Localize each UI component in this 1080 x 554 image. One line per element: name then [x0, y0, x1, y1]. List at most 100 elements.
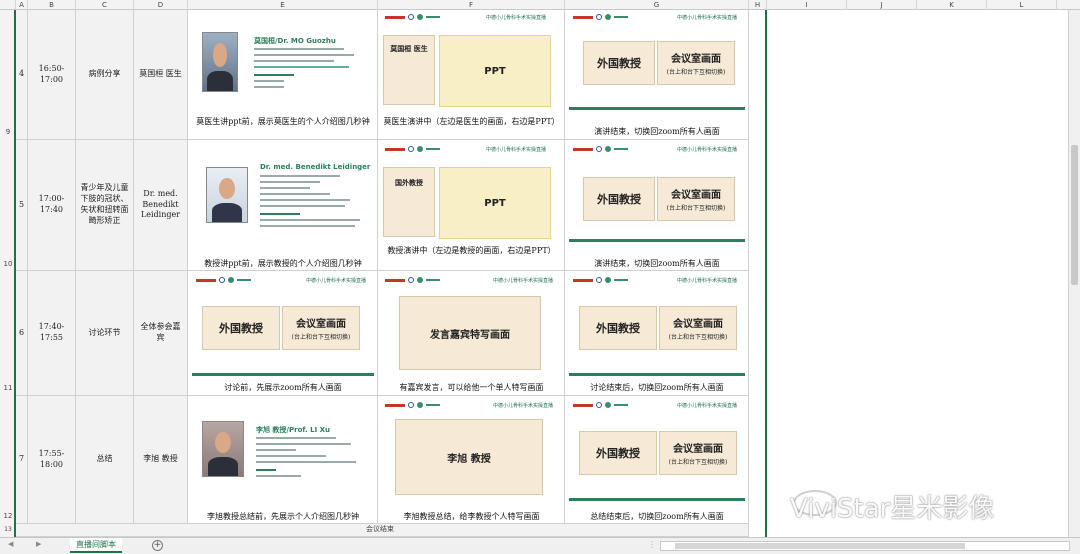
- zoom-all-slide: 中德小儿骨科手术实操直播 外国教授 会议室画面 (台上和台下互相切换): [569, 145, 745, 242]
- zoom-all-slide: 中德小儿骨科手术实操直播 外国教授 会议室画面 (台上和台下互相切换): [569, 13, 745, 110]
- foreign-prof-view: 外国教授: [583, 41, 655, 85]
- add-sheet-icon[interactable]: +: [152, 540, 163, 551]
- meeting-room-label: 会议室画面: [673, 444, 723, 455]
- col-header-j[interactable]: J: [847, 0, 917, 10]
- row-number[interactable]: 10: [0, 260, 16, 272]
- cell-topic[interactable]: 病例分享: [76, 10, 134, 140]
- speaker-intro-slide: 莫国桓/Dr. MO Guozhu: [192, 14, 374, 114]
- cell-seq[interactable]: 6: [16, 271, 28, 396]
- cell-seq[interactable]: 4: [16, 10, 28, 140]
- meeting-room-label: 会议室画面: [296, 319, 346, 330]
- vertical-scroll-thumb[interactable]: [1071, 145, 1078, 285]
- col-header-k[interactable]: K: [917, 0, 987, 10]
- cell-caption: 莫医生演讲中（左边是医生的画面，右边是PPT）: [383, 117, 560, 126]
- cell-time[interactable]: 17:40-17:55: [28, 271, 76, 396]
- meeting-room-sub: (台上和台下互相切换): [668, 459, 728, 466]
- cell-speaker[interactable]: Dr. med. Benedikt Leidinger: [134, 140, 188, 271]
- more-dots-icon[interactable]: ⋮: [648, 540, 656, 549]
- cell-caption: 教授讲ppt前，展示教授的个人介绍图几秒钟: [204, 259, 362, 268]
- cell-time[interactable]: 17:55-18:00: [28, 396, 76, 524]
- speaker-name: 李旭 教授/Prof. LI Xu: [256, 426, 331, 434]
- horizontal-scroll-thumb[interactable]: [675, 543, 965, 549]
- cell-topic[interactable]: 讨论环节: [76, 271, 134, 396]
- cell-caption: 教授演讲中（左边是教授的画面，右边是PPT）: [387, 246, 556, 255]
- cell-speaker[interactable]: 全体参会嘉宾: [134, 271, 188, 396]
- slide-header: 中德小儿骨科手术实操直播: [676, 147, 737, 153]
- meeting-room-label: 会议室画面: [671, 54, 721, 65]
- sheet-tab-active[interactable]: 直播间脚本: [70, 538, 122, 553]
- slide-header: 中德小儿骨科手术实操直播: [676, 15, 737, 21]
- cell-caption: 讨论结束后，切换回zoom所有人画面: [590, 383, 724, 392]
- speaker-photo: [202, 421, 244, 477]
- speaker-intro-slide: 李旭 教授/Prof. LI Xu: [192, 401, 374, 501]
- meeting-room-label: 会议室画面: [673, 319, 723, 330]
- speaker-photo: [206, 167, 248, 223]
- ppt-view: PPT: [439, 167, 551, 239]
- cell-topic[interactable]: 青少年及儿童下肢的冠状、矢状和扭转面畸形矫正: [76, 140, 134, 271]
- cell-caption: 李旭教授总结，给李教授个人特写画面: [403, 512, 540, 521]
- zoom-all-slide: 中德小儿骨科手术实操直播 外国教授 会议室画面 (台上和台下互相切换): [192, 276, 374, 376]
- slide-header: 中德小儿骨科手术实操直播: [485, 15, 546, 21]
- col-header-d[interactable]: D: [134, 0, 188, 10]
- cell-time[interactable]: 17:00-17:40: [28, 140, 76, 271]
- meeting-room-view: 会议室画面 (台上和台下互相切换): [657, 41, 735, 85]
- column-header-bar: A B C D E F G H I J K L: [0, 0, 1080, 10]
- slide-header: 中德小儿骨科手术实操直播: [485, 147, 546, 153]
- slide-header: 中德小儿骨科手术实操直播: [676, 278, 737, 284]
- tab-prev-icon[interactable]: ◀: [8, 540, 13, 548]
- cell-caption: 莫医生讲ppt前，展示莫医生的个人介绍图几秒钟: [196, 117, 370, 126]
- col-header-a[interactable]: A: [16, 0, 28, 10]
- slide-header: 中德小儿骨科手术实操直播: [305, 278, 366, 284]
- live-talk-slide: 中德小儿骨科手术实操直播 莫国桓 医生 PPT: [381, 13, 554, 110]
- col-header-f[interactable]: F: [378, 0, 565, 10]
- frozen-column-line: [765, 10, 767, 537]
- meeting-room-view: 会议室画面 (台上和台下互相切换): [282, 306, 360, 350]
- meeting-room-sub: (台上和台下互相切换): [666, 69, 726, 76]
- professor-view: 国外教授: [383, 167, 435, 237]
- partial-row[interactable]: 会议结束: [16, 524, 749, 537]
- speaker-name: Dr. med. Benedikt Leidinger: [260, 163, 371, 171]
- foreign-prof-view: 外国教授: [583, 177, 655, 221]
- col-header-c[interactable]: C: [76, 0, 134, 10]
- col-header-l[interactable]: L: [987, 0, 1057, 10]
- meeting-room-sub: (台上和台下互相切换): [291, 334, 351, 341]
- meeting-room-view: 会议室画面 (台上和台下互相切换): [659, 431, 737, 475]
- cell-speaker[interactable]: 莫国桓 医生: [134, 10, 188, 140]
- col-header-b[interactable]: B: [28, 0, 76, 10]
- cell-seq[interactable]: 7: [16, 396, 28, 524]
- zoom-all-slide: 中德小儿骨科手术实操直播 外国教授 会议室画面 (台上和台下互相切换): [569, 276, 745, 376]
- professor-closeup-slide: 中德小儿骨科手术实操直播 李旭 教授: [381, 401, 561, 501]
- horizontal-scrollbar[interactable]: [660, 541, 1070, 551]
- row-number[interactable]: 12: [0, 512, 16, 524]
- cell-caption: 演讲结束，切换回zoom所有人画面: [594, 259, 720, 268]
- speaker-photo: [202, 32, 238, 92]
- tab-next-icon[interactable]: ▶: [36, 540, 41, 548]
- cell-caption: 讨论前，先展示zoom所有人画面: [224, 383, 342, 392]
- meeting-room-view: 会议室画面 (台上和台下互相切换): [657, 177, 735, 221]
- live-talk-slide: 中德小儿骨科手术实操直播 国外教授 PPT: [381, 145, 554, 242]
- col-header-h[interactable]: H: [749, 0, 767, 10]
- col-header-i[interactable]: I: [767, 0, 847, 10]
- vertical-scrollbar[interactable]: [1068, 10, 1080, 537]
- guest-closeup-view: 发言嘉宾特写画面: [399, 296, 541, 370]
- cell-speaker[interactable]: 李旭 教授: [134, 396, 188, 524]
- col-header-g[interactable]: G: [565, 0, 749, 10]
- cell-caption: 有嘉宾发言，可以给他一个单人特写画面: [399, 383, 544, 392]
- row-number[interactable]: 11: [0, 384, 16, 396]
- doctor-view: 莫国桓 医生: [383, 35, 435, 105]
- cell-caption: 演讲结束，切换回zoom所有人画面: [594, 127, 720, 136]
- meeting-room-sub: (台上和台下互相切换): [666, 205, 726, 212]
- slide-header: 中德小儿骨科手术实操直播: [676, 403, 737, 409]
- row-number[interactable]: 9: [0, 128, 16, 140]
- ppt-view: PPT: [439, 35, 551, 107]
- cell-topic[interactable]: 总结: [76, 396, 134, 524]
- col-header-e[interactable]: E: [188, 0, 378, 10]
- meeting-room-view: 会议室画面 (台上和台下互相切换): [659, 306, 737, 350]
- cell-seq[interactable]: 5: [16, 140, 28, 271]
- select-all-corner[interactable]: [0, 0, 16, 10]
- cell-time[interactable]: 16:50-17:00: [28, 10, 76, 140]
- foreign-prof-view: 外国教授: [579, 306, 657, 350]
- row-number[interactable]: 13: [0, 526, 16, 536]
- professor-closeup-view: 李旭 教授: [395, 419, 543, 495]
- guest-closeup-slide: 中德小儿骨科手术实操直播 发言嘉宾特写画面: [381, 276, 561, 376]
